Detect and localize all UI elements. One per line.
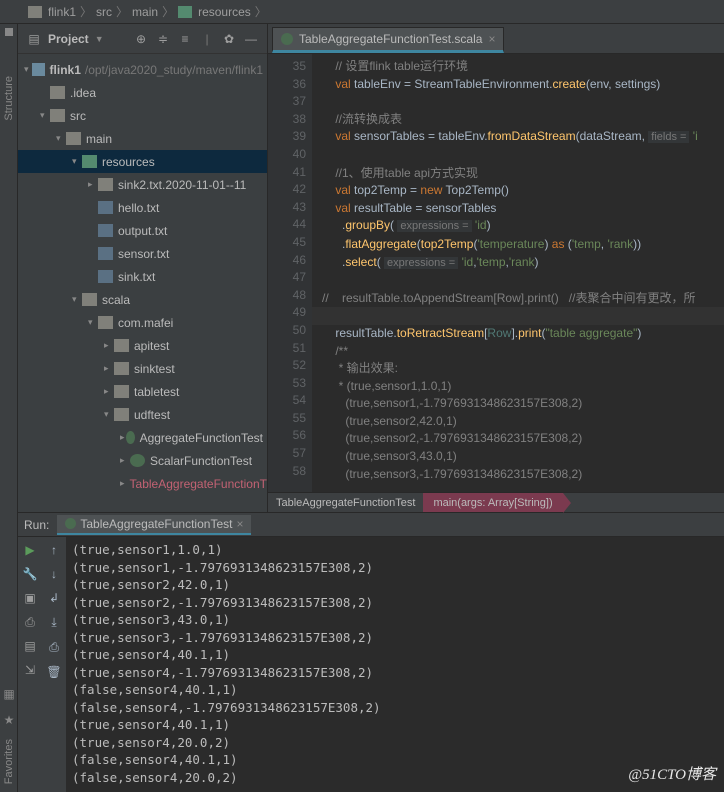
crumb-method[interactable]: main(args: Array[String]) [423, 493, 562, 512]
project-select-icon[interactable]: ▤ [26, 31, 42, 47]
dir-icon [82, 293, 97, 306]
code-lines[interactable]: // 设置flink table运行环境 val tableEnv = Stre… [312, 54, 724, 492]
layout-icon[interactable]: ▤ [23, 639, 37, 653]
dir-icon [66, 132, 81, 145]
file-icon [98, 201, 113, 214]
module-icon [32, 63, 44, 76]
close-run-tab-icon[interactable]: × [236, 517, 243, 531]
editor-area: TableAggregateFunctionTest.scala × 35363… [268, 24, 724, 512]
code-editor[interactable]: 3536373839404142434445464748495051525354… [268, 54, 724, 492]
project-tree[interactable]: ▾ flink1 /opt/java2020_study/maven/flink… [18, 54, 267, 512]
run-second-toolbar: ↑ ↓ ↲ ⤓ ⎙ 🗑 [42, 537, 66, 792]
run-config-icon [65, 518, 76, 529]
tree-node[interactable]: ▸tabletest [18, 380, 267, 403]
pin-icon[interactable]: ⇲ [23, 663, 37, 677]
pkg-icon [82, 155, 97, 168]
scala-file-icon [281, 33, 293, 45]
crumb-0[interactable]: flink1 [48, 5, 76, 19]
tree-node[interactable]: ▸AggregateFunctionTest [18, 426, 267, 449]
close-tab-icon[interactable]: × [488, 32, 495, 46]
run-tool-window: Run: TableAggregateFunctionTest × ▶ 🔧 ▣ … [18, 512, 724, 792]
tree-node[interactable]: .idea [18, 81, 267, 104]
gear-icon[interactable]: ✿ [221, 31, 237, 47]
crumb-1[interactable]: src [96, 5, 112, 19]
editor-tab-label: TableAggregateFunctionTest.scala [299, 32, 482, 46]
tree-node[interactable]: ▾src [18, 104, 267, 127]
crumb-3[interactable]: resources [198, 5, 251, 19]
tree-node[interactable]: ▸ScalarFunctionTest [18, 449, 267, 472]
bottom-left-strip: ▦ ★ Favorites [0, 687, 18, 792]
project-strip-icon[interactable] [5, 28, 13, 36]
print-icon[interactable]: ⎙ [49, 640, 59, 655]
tree-node[interactable]: output.txt [18, 219, 267, 242]
dir-icon [50, 109, 65, 122]
scroll-end-icon[interactable]: ⤓ [51, 615, 56, 630]
wrench-icon[interactable]: 🔧 [23, 567, 37, 581]
file-icon [98, 224, 113, 237]
folder-icon [178, 6, 192, 18]
tree-node[interactable]: ▸sink2.txt.2020-11-01--11 [18, 173, 267, 196]
run-label: Run: [24, 518, 49, 532]
grid-icon[interactable]: ▦ [3, 687, 14, 701]
structure-tab[interactable]: Structure [3, 76, 15, 121]
tree-node[interactable]: ▾com.mafei [18, 311, 267, 334]
tree-node[interactable]: ▸TableAggregateFunctionT [18, 472, 267, 495]
dir-icon [98, 178, 113, 191]
file-icon [98, 270, 113, 283]
tree-node[interactable]: ▸apitest [18, 334, 267, 357]
down-icon[interactable]: ↓ [51, 567, 57, 581]
tree-node[interactable]: hello.txt [18, 196, 267, 219]
crumb-class[interactable]: TableAggregateFunctionTest [268, 497, 423, 509]
dir-icon [114, 362, 129, 375]
clear-icon[interactable]: 🗑 [46, 665, 61, 679]
left-tool-strip: Structure [0, 24, 18, 792]
gutter: 3536373839404142434445464748495051525354… [268, 54, 312, 492]
stop-disabled-icon[interactable]: ▣ [23, 591, 37, 605]
project-header: ▤ Project ▼ ⊕ ≑ ≡ | ✿ — [18, 24, 267, 54]
tree-node[interactable]: sensor.txt [18, 242, 267, 265]
run-tab-label: TableAggregateFunctionTest [80, 517, 232, 531]
dir-icon [114, 339, 129, 352]
bookmark-icon[interactable]: ★ [4, 713, 15, 727]
editor-breadcrumb: TableAggregateFunctionTest main(args: Ar… [268, 492, 724, 512]
crumb-2[interactable]: main [132, 5, 158, 19]
dump-icon[interactable]: ⎙ [23, 615, 37, 629]
cls-icon [130, 454, 145, 467]
tree-node[interactable]: ▾main [18, 127, 267, 150]
dir-icon [50, 86, 65, 99]
soft-wrap-icon[interactable]: ↲ [49, 591, 59, 605]
run-left-toolbar: ▶ 🔧 ▣ ⎙ ▤ ⇲ [18, 537, 42, 792]
collapse-icon[interactable]: ≡ [177, 31, 193, 47]
run-header: Run: TableAggregateFunctionTest × [18, 513, 724, 537]
tree-node[interactable]: ▾resources [18, 150, 267, 173]
locate-icon[interactable]: ⊕ [133, 31, 149, 47]
file-icon [98, 247, 113, 260]
editor-tab[interactable]: TableAggregateFunctionTest.scala × [272, 27, 504, 53]
favorites-tab[interactable]: Favorites [3, 739, 15, 784]
dir-icon [114, 385, 129, 398]
dir-icon [98, 316, 113, 329]
cls-icon [126, 431, 135, 444]
dir-icon [114, 408, 129, 421]
breadcrumb: flink1 〉 src 〉 main 〉 resources 〉 [0, 0, 724, 24]
rerun-icon[interactable]: ▶ [23, 543, 37, 557]
tree-node[interactable]: ▾scala [18, 288, 267, 311]
up-icon[interactable]: ↑ [51, 543, 57, 557]
editor-tabs: TableAggregateFunctionTest.scala × [268, 24, 724, 54]
project-title: Project [48, 32, 89, 46]
tree-root[interactable]: ▾ flink1 /opt/java2020_study/maven/flink… [18, 58, 267, 81]
console-output[interactable]: (true,sensor1,1.0,1) (true,sensor1,-1.79… [66, 537, 724, 792]
expand-icon[interactable]: ≑ [155, 31, 171, 47]
module-icon [28, 6, 42, 18]
tree-node[interactable]: ▾udftest [18, 403, 267, 426]
hide-icon[interactable]: — [243, 31, 259, 47]
project-tool-window: ▤ Project ▼ ⊕ ≑ ≡ | ✿ — ▾ flink1 /opt/ja… [18, 24, 268, 512]
tree-node[interactable]: ▸sinktest [18, 357, 267, 380]
tree-node[interactable]: sink.txt [18, 265, 267, 288]
run-tab[interactable]: TableAggregateFunctionTest × [57, 515, 251, 535]
